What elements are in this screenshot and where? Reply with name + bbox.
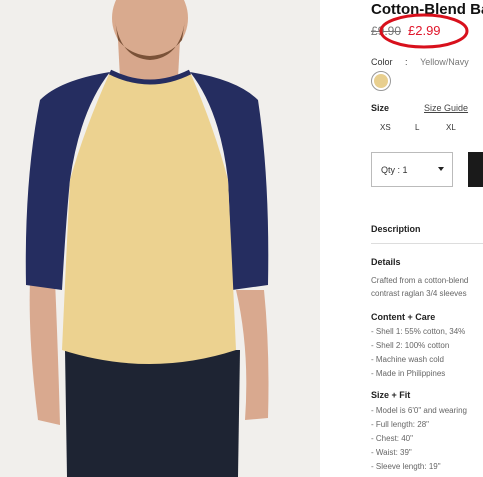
content-line: - Machine wash cold [371,355,444,364]
fit-line: - Chest: 40" [371,434,413,443]
size-option-l[interactable]: L [415,123,419,132]
size-guide-link[interactable]: Size Guide [424,103,468,113]
color-value: Yellow/Navy [420,57,469,67]
quantity-value: Qty : 1 [381,164,408,175]
size-label: Size [371,103,390,113]
add-to-bag-button[interactable] [468,152,483,187]
size-option-xl[interactable]: XL [446,123,456,132]
details-line: Crafted from a cotton-blend [371,276,469,285]
swatch-fill [374,74,388,88]
description-heading[interactable]: Description [371,224,421,234]
product-title: Cotton-Blend Ba [371,1,483,18]
details-line: contrast raglan 3/4 sleeves [371,289,467,298]
content-line: - Made in Philippines [371,369,446,378]
model-wearing-raglan-shirt-image [25,0,269,477]
fit-line: - Waist: 39" [371,448,412,457]
product-photo[interactable] [0,0,320,477]
fit-line: - Full length: 28" [371,420,429,429]
fit-line: - Sleeve length: 19" [371,462,441,471]
size-option-xs[interactable]: XS [380,123,391,132]
color-separator: : [405,57,408,67]
divider [371,243,483,244]
content-line: - Shell 2: 100% cotton [371,341,450,350]
fit-line: - Model is 6'0" and wearing [371,406,467,415]
chevron-down-icon [438,167,444,171]
original-price: £9.90 [371,24,402,38]
color-label: Color [371,57,393,67]
color-row: Color : Yellow/Navy [371,57,469,67]
quantity-select[interactable]: Qty : 1 [371,152,453,187]
details-heading: Details [371,257,401,267]
sale-price: £2.99 [408,23,441,38]
content-care-heading: Content + Care [371,312,436,322]
color-swatch-yellow-navy[interactable] [371,71,391,91]
size-fit-heading: Size + Fit [371,390,411,400]
content-line: - Shell 1: 55% cotton, 34% [371,327,466,336]
